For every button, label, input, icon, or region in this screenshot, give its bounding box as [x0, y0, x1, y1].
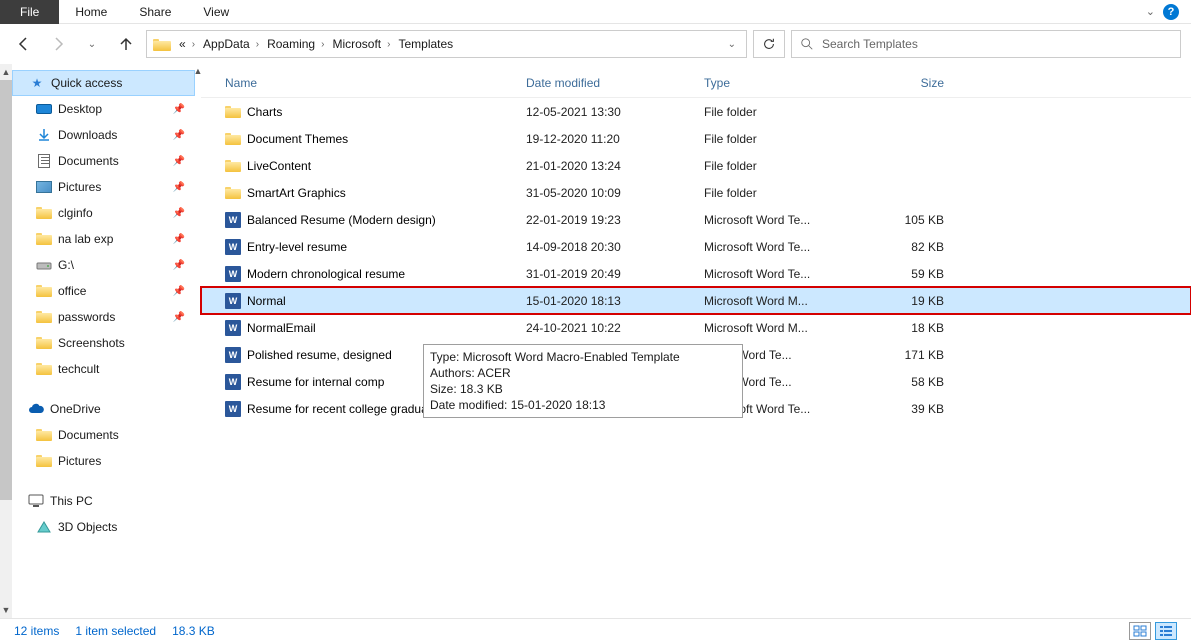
this-pc-label: This PC	[50, 494, 93, 508]
cloud-icon	[28, 401, 44, 417]
status-selected: 1 item selected	[75, 624, 156, 638]
file-tooltip: Type: Microsoft Word Macro-Enabled Templ…	[423, 344, 743, 418]
sidebar-item[interactable]: Pictures	[12, 448, 195, 474]
back-button[interactable]	[14, 34, 34, 54]
sidebar-item[interactable]: Pictures📌	[12, 174, 195, 200]
sidebar-item[interactable]: office📌	[12, 278, 195, 304]
search-icon	[800, 37, 814, 51]
refresh-button[interactable]	[753, 30, 785, 58]
quick-access[interactable]: ★ Quick access	[12, 70, 195, 96]
view-large-icons-button[interactable]	[1129, 622, 1151, 640]
word-icon: W	[225, 293, 241, 309]
word-icon: W	[225, 212, 241, 228]
tab-home[interactable]: Home	[59, 0, 123, 24]
address-folder-icon	[153, 37, 171, 51]
pane-splitter[interactable]	[195, 64, 201, 618]
status-bar: 12 items 1 item selected 18.3 KB	[0, 618, 1191, 642]
tab-share[interactable]: Share	[123, 0, 187, 24]
search-box[interactable]: Search Templates	[791, 30, 1181, 58]
word-icon: W	[225, 266, 241, 282]
tooltip-authors: Authors: ACER	[430, 365, 736, 381]
ribbon-tabs: File Home Share View ⌄ ?	[0, 0, 1191, 24]
onedrive[interactable]: OneDrive	[12, 396, 195, 422]
sidebar-item[interactable]: Documents📌	[12, 148, 195, 174]
sidebar-item[interactable]: Desktop📌	[12, 96, 195, 122]
file-row[interactable]: WModern chronological resume31-01-2019 2…	[201, 260, 1191, 287]
sidebar-scrollbar[interactable]: ▲ ▼	[0, 64, 12, 618]
onedrive-label: OneDrive	[50, 402, 101, 416]
file-row[interactable]: WEntry-level resume14-09-2018 20:30Micro…	[201, 233, 1191, 260]
status-size: 18.3 KB	[172, 624, 215, 638]
pin-icon: 📌	[173, 182, 185, 193]
address-dropdown-icon[interactable]: ⌄	[722, 39, 742, 50]
pin-icon: 📌	[173, 286, 185, 297]
help-icon[interactable]: ?	[1163, 4, 1179, 20]
sidebar-item[interactable]: Downloads📌	[12, 122, 195, 148]
navigation-pane: ★ Quick access Desktop📌Downloads📌Documen…	[12, 64, 195, 618]
column-headers: Name Date modified Type Size	[201, 68, 1191, 98]
ribbon-expand-icon[interactable]: ⌄	[1138, 5, 1163, 18]
file-row[interactable]: WBalanced Resume (Modern design)22-01-20…	[201, 206, 1191, 233]
star-icon: ★	[29, 75, 45, 91]
sidebar-item[interactable]: techcult	[12, 356, 195, 382]
file-row[interactable]: Charts12-05-2021 13:30File folder	[201, 98, 1191, 125]
file-row[interactable]: Document Themes19-12-2020 11:20File fold…	[201, 125, 1191, 152]
crumb-microsoft[interactable]: Microsoft›	[328, 37, 394, 51]
search-placeholder: Search Templates	[822, 37, 918, 51]
pin-icon: 📌	[173, 156, 185, 167]
address-bar[interactable]: «› AppData› Roaming› Microsoft› Template…	[146, 30, 747, 58]
file-row[interactable]: SmartArt Graphics31-05-2020 10:09File fo…	[201, 179, 1191, 206]
tooltip-date: Date modified: 15-01-2020 18:13	[430, 397, 736, 413]
pin-icon: 📌	[173, 312, 185, 323]
word-icon: W	[225, 239, 241, 255]
word-icon: W	[225, 347, 241, 363]
this-pc[interactable]: This PC	[12, 488, 195, 514]
word-icon: W	[225, 374, 241, 390]
sidebar-item[interactable]: Screenshots	[12, 330, 195, 356]
tab-file[interactable]: File	[0, 0, 59, 24]
sidebar-item[interactable]: passwords📌	[12, 304, 195, 330]
col-size[interactable]: Size	[864, 76, 964, 90]
file-row[interactable]: WNormalEmail24-10-2021 10:22Microsoft Wo…	[201, 314, 1191, 341]
pin-icon: 📌	[173, 208, 185, 219]
recent-dropdown-icon[interactable]: ⌄	[82, 34, 102, 54]
overflow-crumb[interactable]: «›	[175, 37, 199, 51]
tab-view[interactable]: View	[187, 0, 245, 24]
file-list-pane: Name Date modified Type Size Charts12-05…	[201, 64, 1191, 618]
view-details-button[interactable]	[1155, 622, 1177, 640]
up-button[interactable]	[116, 34, 136, 54]
sidebar-item[interactable]: Documents	[12, 422, 195, 448]
word-icon: W	[225, 401, 241, 417]
col-type[interactable]: Type	[704, 76, 864, 90]
pin-icon: 📌	[173, 234, 185, 245]
file-row[interactable]: LiveContent21-01-2020 13:24File folder	[201, 152, 1191, 179]
pin-icon: 📌	[173, 130, 185, 141]
status-count: 12 items	[14, 624, 59, 638]
sidebar-item[interactable]: G:\📌	[12, 252, 195, 278]
col-name[interactable]: Name	[201, 76, 526, 90]
sidebar-item[interactable]: na lab exp📌	[12, 226, 195, 252]
pin-icon: 📌	[173, 260, 185, 271]
word-icon: W	[225, 320, 241, 336]
pin-icon: 📌	[173, 104, 185, 115]
file-row[interactable]: WNormal15-01-2020 18:13Microsoft Word M.…	[201, 287, 1191, 314]
sidebar-item[interactable]: clginfo📌	[12, 200, 195, 226]
crumb-templates[interactable]: Templates	[394, 37, 457, 51]
forward-button[interactable]	[48, 34, 68, 54]
col-date[interactable]: Date modified	[526, 76, 704, 90]
crumb-roaming[interactable]: Roaming›	[263, 37, 328, 51]
pc-icon	[28, 493, 44, 509]
tooltip-type: Type: Microsoft Word Macro-Enabled Templ…	[430, 349, 736, 365]
tooltip-size: Size: 18.3 KB	[430, 381, 736, 397]
navigation-bar: ⌄ «› AppData› Roaming› Microsoft› Templa…	[0, 24, 1191, 64]
sidebar-item[interactable]: 3D Objects	[12, 514, 195, 540]
quick-access-label: Quick access	[51, 76, 122, 90]
crumb-appdata[interactable]: AppData›	[199, 37, 263, 51]
